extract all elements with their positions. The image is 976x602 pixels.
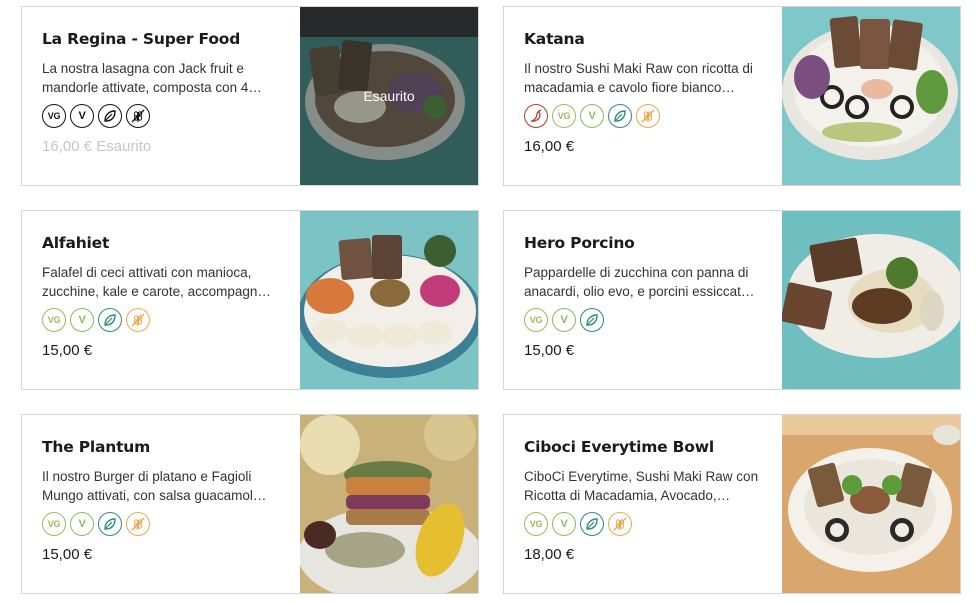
menu-item-card[interactable]: Alfahiet Falafel di ceci attivati con ma… — [21, 210, 479, 390]
vegetarian-icon: VG — [42, 512, 66, 536]
item-title: The Plantum — [42, 438, 151, 456]
gluten-free-icon — [126, 512, 150, 536]
menu-item-card[interactable]: The Plantum Il nostro Burger di platano … — [21, 414, 479, 594]
item-description: Falafel di ceci attivati con manioca, zu… — [42, 265, 271, 299]
menu-item-card[interactable]: Hero Porcino Pappardelle di zucchina con… — [503, 210, 961, 390]
vegan-icon: V — [70, 104, 94, 128]
leaf-icon — [98, 104, 122, 128]
porcini-pasta-image — [782, 211, 960, 389]
item-description: Il nostro Burger di platano e Fagioli Mu… — [42, 469, 267, 503]
item-title: Ciboci Everytime Bowl — [524, 438, 714, 456]
leaf-icon — [98, 512, 122, 536]
item-description: Il nostro Sushi Maki Raw con ricotta di … — [524, 61, 753, 95]
item-photo — [300, 415, 478, 593]
item-photo — [300, 211, 478, 389]
gluten-free-icon — [126, 308, 150, 332]
item-info: Alfahiet Falafel di ceci attivati con ma… — [42, 233, 287, 361]
item-price: 16,00 € — [524, 138, 575, 155]
vegan-icon: V — [552, 512, 576, 536]
dietary-labels: VG V — [524, 104, 769, 128]
gluten-free-icon — [608, 512, 632, 536]
vegan-icon: V — [580, 104, 604, 128]
item-description: Pappardelle di zucchina con panna di ana… — [524, 265, 755, 299]
item-title: Alfahiet — [42, 234, 110, 252]
item-price: 15,00 € — [524, 342, 575, 359]
leaf-icon — [608, 104, 632, 128]
menu-item-card[interactable]: La Regina - Super Food La nostra lasagna… — [21, 6, 479, 186]
burger-plate-image — [300, 415, 478, 593]
vegan-icon: V — [70, 308, 94, 332]
dietary-labels: VG V — [42, 512, 287, 536]
item-info: Hero Porcino Pappardelle di zucchina con… — [524, 233, 769, 361]
item-title: La Regina - Super Food — [42, 30, 241, 48]
item-info: Ciboci Everytime Bowl CiboCi Everytime, … — [524, 437, 769, 565]
sold-out-overlay: Esaurito — [300, 7, 478, 185]
vegan-icon: V — [70, 512, 94, 536]
leaf-icon — [98, 308, 122, 332]
item-description: CiboCi Everytime, Sushi Maki Raw con Ric… — [524, 469, 759, 503]
sushi-bowl-image — [782, 7, 960, 185]
vegan-icon: V — [552, 308, 576, 332]
everytime-bowl-image — [782, 415, 960, 593]
item-price: 15,00 € — [42, 546, 93, 563]
item-photo — [782, 211, 960, 389]
item-price: 16,00 € Esaurito — [42, 138, 152, 155]
gluten-free-icon — [636, 104, 660, 128]
item-description: La nostra lasagna con Jack fruit e mando… — [42, 61, 262, 95]
falafel-plate-image — [300, 211, 478, 389]
dietary-labels: VG V — [524, 512, 769, 536]
item-info: La Regina - Super Food La nostra lasagna… — [42, 29, 287, 157]
dietary-labels: VG V — [42, 308, 287, 332]
dietary-labels: VG V — [524, 308, 769, 332]
vegetarian-icon: VG — [524, 512, 548, 536]
gluten-free-icon — [126, 104, 150, 128]
item-info: Katana Il nostro Sushi Maki Raw con rico… — [524, 29, 769, 157]
item-photo — [782, 415, 960, 593]
vegetarian-icon: VG — [552, 104, 576, 128]
item-title: Katana — [524, 30, 585, 48]
item-photo — [782, 7, 960, 185]
menu-item-card[interactable]: Ciboci Everytime Bowl CiboCi Everytime, … — [503, 414, 961, 594]
leaf-icon — [580, 512, 604, 536]
item-info: The Plantum Il nostro Burger di platano … — [42, 437, 287, 565]
vegetarian-icon: VG — [524, 308, 548, 332]
chili-pepper-icon — [524, 104, 548, 128]
item-photo: Esaurito — [300, 7, 478, 185]
menu-item-card[interactable]: Katana Il nostro Sushi Maki Raw con rico… — [503, 6, 961, 186]
item-price: 18,00 € — [524, 546, 575, 563]
leaf-icon — [580, 308, 604, 332]
dietary-labels: VG V — [42, 104, 287, 128]
vegetarian-icon: VG — [42, 104, 66, 128]
item-title: Hero Porcino — [524, 234, 635, 252]
item-price: 15,00 € — [42, 342, 93, 359]
vegetarian-icon: VG — [42, 308, 66, 332]
